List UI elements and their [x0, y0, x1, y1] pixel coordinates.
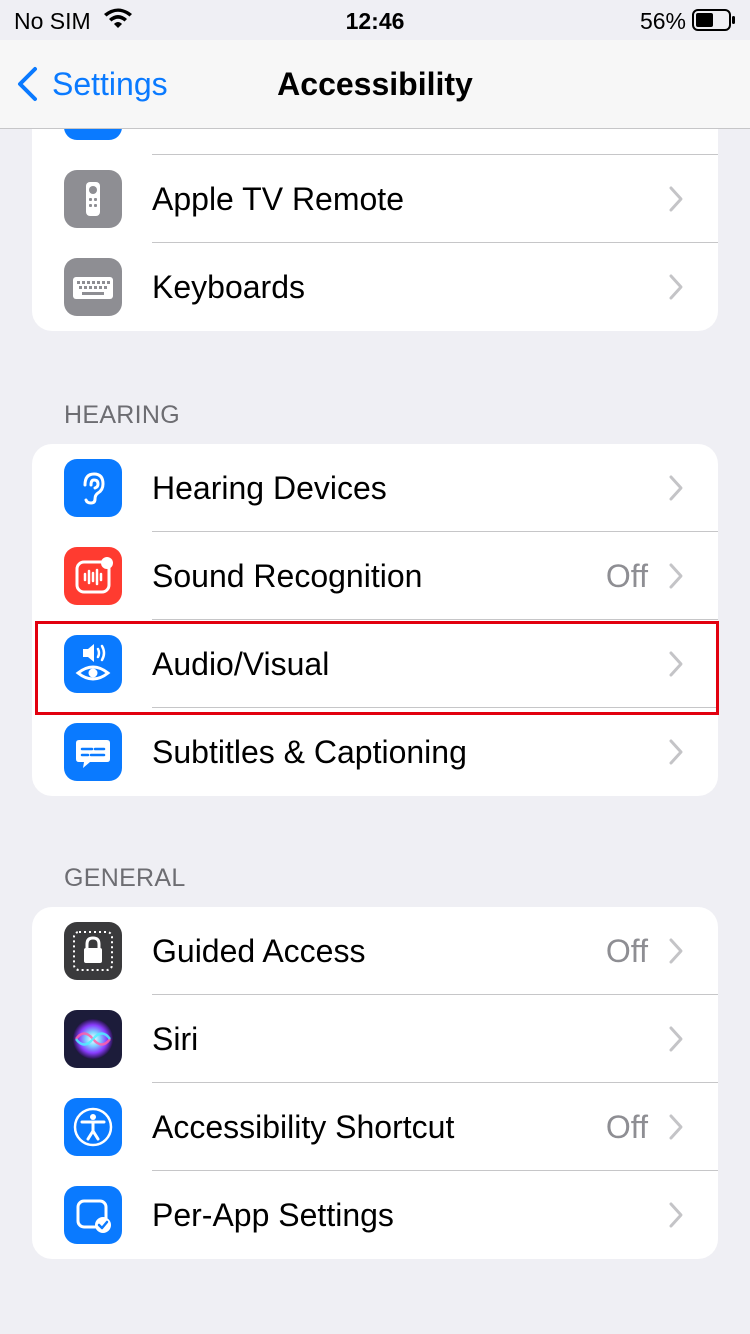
clock: 12:46 [345, 8, 405, 34]
row-per-app-settings[interactable]: Per-App Settings [32, 1171, 718, 1259]
battery-fill [696, 13, 713, 27]
row-apple-tv-remote[interactable]: Apple TV Remote [32, 155, 718, 243]
row-label: Keyboards [152, 269, 305, 305]
row-hearing-devices[interactable]: Hearing Devices [32, 444, 718, 532]
row-label: Accessibility Shortcut [152, 1109, 455, 1145]
battery-percent: 56% [639, 8, 686, 34]
chevron-right-icon [669, 1114, 683, 1140]
chevron-right-icon [669, 1202, 683, 1228]
row-value: Off [605, 1109, 648, 1145]
row-label: Hearing Devices [152, 470, 387, 506]
row-value: Off [605, 558, 648, 594]
row-siri[interactable]: Siri [32, 995, 718, 1083]
row-label: Siri [152, 1021, 199, 1057]
section-header-hearing: HEARING [64, 401, 181, 429]
row-label: Apple TV Remote [152, 181, 404, 217]
row-label: Audio/Visual [152, 646, 330, 682]
group-general: Guided Access Off Siri Accessibility Sho… [32, 907, 718, 1259]
chevron-right-icon [669, 938, 683, 964]
lock-icon [64, 922, 122, 980]
chevron-right-icon [669, 651, 683, 677]
chevron-right-icon [669, 739, 683, 765]
keyboard-icon [64, 258, 122, 316]
sound-recognition-icon [64, 547, 122, 605]
row-sound-recognition[interactable]: Sound Recognition Off [32, 532, 718, 620]
ear-icon [64, 459, 122, 517]
row-label: Subtitles & Captioning [152, 734, 467, 770]
section-header-general: GENERAL [64, 864, 186, 892]
row-label: Sound Recognition [152, 558, 423, 594]
row-guided-access[interactable]: Guided Access Off [32, 907, 718, 995]
navigation-bar: Settings Accessibility [0, 40, 750, 129]
speaker-eye-icon [64, 635, 122, 693]
group-hearing: Hearing Devices Sound Recognition Off Au… [32, 444, 718, 796]
row-value: Off [605, 933, 648, 969]
apple-tv-remote-icon [64, 170, 122, 228]
row-audio-visual[interactable]: Audio/Visual [32, 620, 718, 708]
chevron-right-icon [669, 475, 683, 501]
page-title: Accessibility [277, 66, 473, 102]
group-interaction: Apple TV Remote Keyboards [32, 129, 718, 331]
row-keyboards[interactable]: Keyboards [32, 243, 718, 331]
status-bar: No SIM 12:46 56% [0, 0, 750, 40]
chevron-right-icon [669, 274, 683, 300]
list-item[interactable] [32, 129, 718, 155]
settings-list[interactable]: Apple TV Remote Keyboards HEARING Hearin… [0, 129, 750, 1334]
battery-icon [692, 9, 736, 37]
partial-row-icon [64, 129, 122, 140]
chevron-right-icon [669, 563, 683, 589]
siri-icon [64, 1010, 122, 1068]
row-accessibility-shortcut[interactable]: Accessibility Shortcut Off [32, 1083, 718, 1171]
per-app-icon [64, 1186, 122, 1244]
row-label: Per-App Settings [152, 1197, 394, 1233]
caption-bubble-icon [64, 723, 122, 781]
row-label: Guided Access [152, 933, 366, 969]
chevron-right-icon [669, 186, 683, 212]
chevron-right-icon [669, 1026, 683, 1052]
row-subtitles-captioning[interactable]: Subtitles & Captioning [32, 708, 718, 796]
accessibility-icon [64, 1098, 122, 1156]
